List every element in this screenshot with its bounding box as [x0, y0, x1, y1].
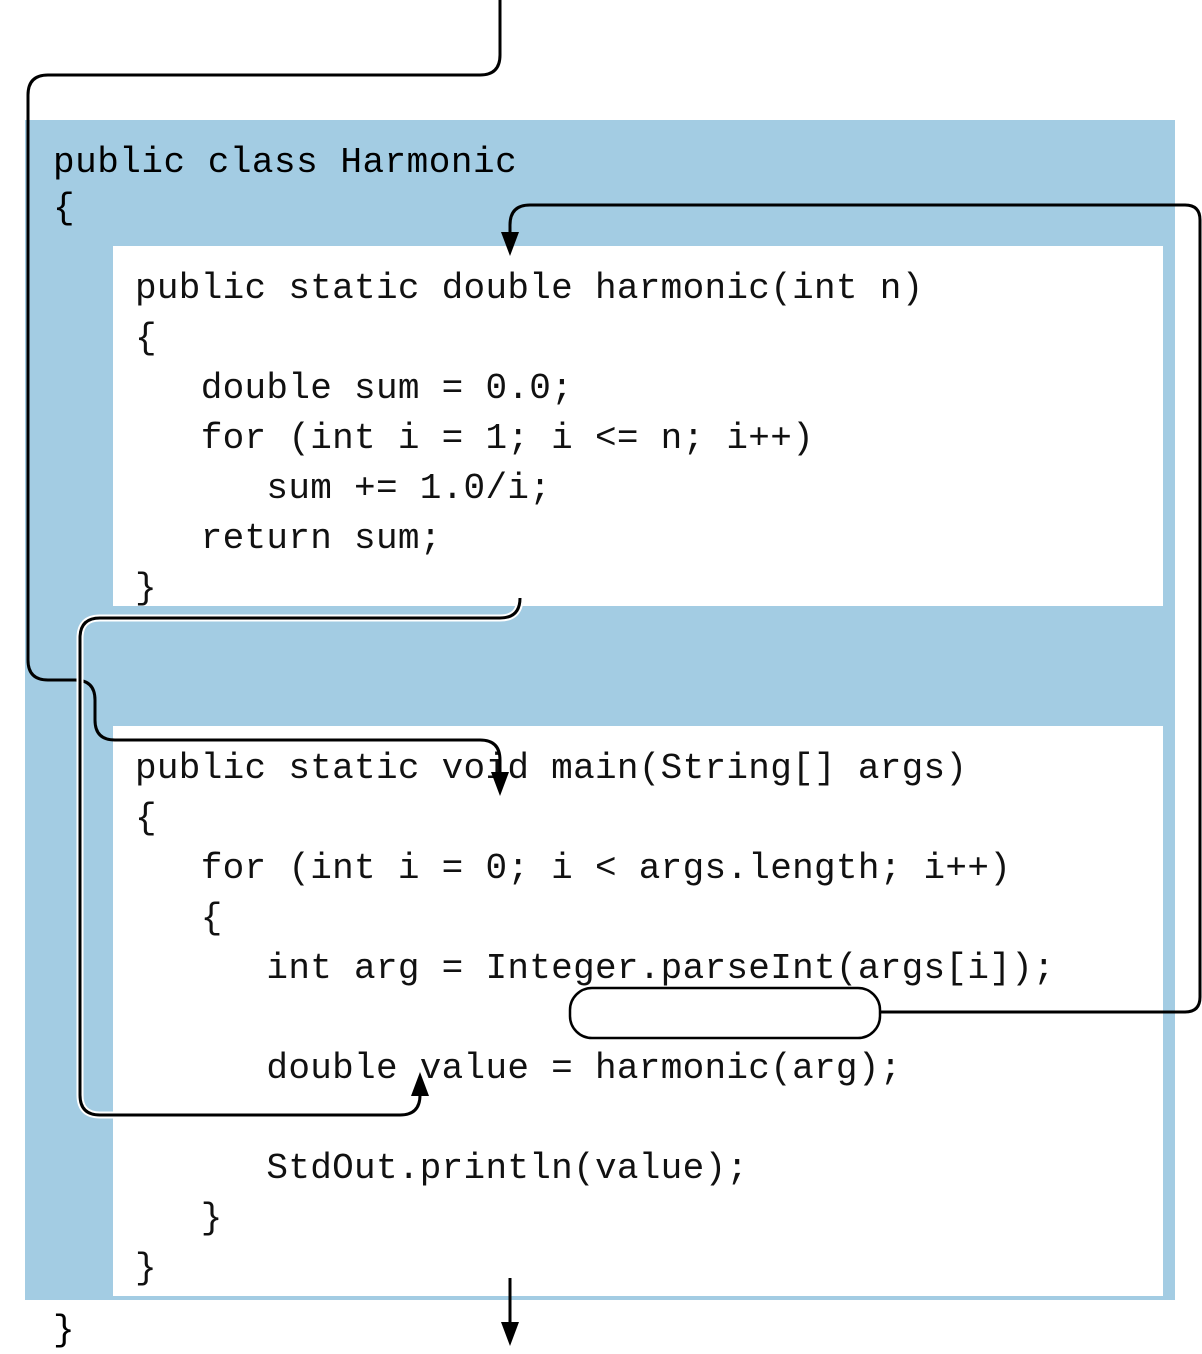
class-declaration: public class Harmonic {: [53, 140, 1147, 232]
main-close: }: [135, 1248, 157, 1289]
harmonic-open: {: [135, 318, 157, 359]
class-open-brace: {: [53, 188, 75, 229]
class-close-brace: }: [53, 1308, 1147, 1354]
main-l4a: double value =: [135, 1048, 595, 1089]
harmonic-l3: sum += 1.0/i;: [135, 468, 551, 509]
main-l6: }: [135, 1198, 223, 1239]
class-block: public class Harmonic { public static do…: [25, 120, 1175, 1300]
class-decl-text: public class Harmonic: [53, 142, 517, 183]
main-l2: {: [135, 898, 223, 939]
main-l4b: harmonic(arg);: [595, 1048, 902, 1089]
harmonic-sig: public static double harmonic(int n): [135, 268, 924, 309]
main-l3: int arg = Integer.parseInt(args[i]);: [135, 948, 1055, 989]
main-open: {: [135, 798, 157, 839]
main-l1: for (int i = 0; i < args.length; i++): [135, 848, 1011, 889]
harmonic-l4: return sum;: [135, 518, 442, 559]
harmonic-method-box: public static double harmonic(int n) { d…: [113, 246, 1163, 606]
main-sig: public static void main(String[] args): [135, 748, 967, 789]
harmonic-l1: double sum = 0.0;: [135, 368, 573, 409]
harmonic-l2: for (int i = 1; i <= n; i++): [135, 418, 814, 459]
main-method-box: public static void main(String[] args) {…: [113, 726, 1163, 1296]
code-diagram: public class Harmonic { public static do…: [25, 120, 1175, 1300]
main-l5: StdOut.println(value);: [135, 1148, 748, 1189]
harmonic-close: }: [135, 568, 157, 609]
